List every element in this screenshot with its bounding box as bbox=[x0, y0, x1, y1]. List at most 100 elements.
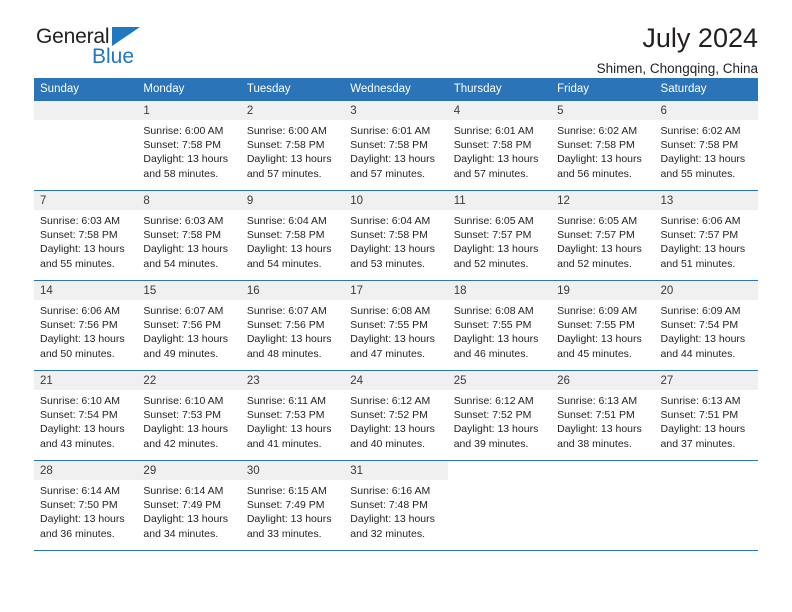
day-details: Sunrise: 6:03 AM Sunset: 7:58 PM Daylight:… bbox=[34, 210, 137, 271]
calendar-day-cell[interactable]: 15 Sunrise: 6:07 AM Sunset: 7:56 PM Dayligh… bbox=[137, 280, 241, 371]
sunset-text: Sunset: 7:54 PM bbox=[660, 319, 739, 332]
day-details: Sunrise: 6:09 AM Sunset: 7:54 PM Daylight:… bbox=[655, 300, 758, 361]
calendar-day-cell[interactable]: 25 Sunrise: 6:12 AM Sunset: 7:52 PM Dayligh… bbox=[447, 370, 552, 461]
daylight-text-line2: and 43 minutes. bbox=[40, 437, 115, 450]
daylight-text-line1: Daylight: 13 hours bbox=[143, 243, 229, 256]
calendar-day-cell[interactable]: 13 Sunrise: 6:06 AM Sunset: 7:57 PM Dayligh… bbox=[654, 190, 758, 281]
calendar-day-cell[interactable]: 3 Sunrise: 6:01 AM Sunset: 7:58 PM Daylight… bbox=[344, 100, 448, 191]
sunrise-text: Sunrise: 6:12 AM bbox=[453, 395, 534, 407]
day-number: 16 bbox=[240, 281, 345, 300]
weekday-header-friday: Friday bbox=[551, 78, 655, 101]
day-number: 4 bbox=[447, 101, 552, 120]
calendar-day-cell[interactable]: 28 Sunrise: 6:14 AM Sunset: 7:50 PM Dayligh… bbox=[34, 460, 138, 551]
day-number bbox=[448, 461, 551, 480]
sunrise-text: Sunrise: 6:00 AM bbox=[246, 125, 327, 137]
day-number: 27 bbox=[654, 371, 758, 390]
sunset-text: Sunset: 7:58 PM bbox=[350, 229, 428, 242]
calendar-day-cell[interactable]: 1 Sunrise: 6:00 AM Sunset: 7:58 PM Daylight… bbox=[137, 100, 241, 191]
calendar-day-cell[interactable]: 5 Sunrise: 6:02 AM Sunset: 7:58 PM Daylight… bbox=[551, 100, 655, 191]
calendar-day-cell[interactable]: 14 Sunrise: 6:06 AM Sunset: 7:56 PM Dayligh… bbox=[34, 280, 138, 371]
weekday-header-thursday: Thursday bbox=[447, 78, 552, 101]
day-details: Sunrise: 6:04 AM Sunset: 7:58 PM Daylight:… bbox=[241, 210, 344, 271]
day-details: Sunrise: 6:02 AM Sunset: 7:58 PM Daylight:… bbox=[551, 120, 654, 181]
calendar-day-cell[interactable]: 8 Sunrise: 6:03 AM Sunset: 7:58 PM Daylight… bbox=[137, 190, 241, 281]
calendar-day-cell[interactable]: 31 Sunrise: 6:16 AM Sunset: 7:48 PM Dayligh… bbox=[344, 460, 448, 551]
general-blue-logo: General Blue bbox=[34, 26, 174, 72]
daylight-text-line1: Daylight: 13 hours bbox=[246, 243, 332, 256]
daylight-text-line1: Daylight: 13 hours bbox=[143, 153, 229, 166]
daylight-text-line2: and 49 minutes. bbox=[143, 347, 219, 360]
day-details: Sunrise: 6:02 AM Sunset: 7:58 PM Daylight:… bbox=[655, 120, 758, 181]
day-details: Sunrise: 6:10 AM Sunset: 7:54 PM Daylight:… bbox=[34, 390, 137, 451]
day-details: Sunrise: 6:07 AM Sunset: 7:56 PM Daylight:… bbox=[241, 300, 344, 361]
sunset-text: Sunset: 7:57 PM bbox=[453, 229, 532, 242]
calendar-day-cell[interactable]: 19 Sunrise: 6:09 AM Sunset: 7:55 PM Dayligh… bbox=[551, 280, 655, 371]
daylight-text-line1: Daylight: 13 hours bbox=[246, 423, 332, 436]
daylight-text-line2: and 40 minutes. bbox=[350, 437, 425, 450]
daylight-text-line2: and 58 minutes. bbox=[143, 167, 219, 180]
daylight-text-line1: Daylight: 13 hours bbox=[557, 423, 642, 436]
daylight-text-line2: and 57 minutes. bbox=[453, 167, 529, 180]
daylight-text-line2: and 36 minutes. bbox=[40, 527, 115, 540]
daylight-text-line2: and 34 minutes. bbox=[143, 527, 219, 540]
day-details: Sunrise: 6:14 AM Sunset: 7:49 PM Daylight:… bbox=[137, 480, 240, 541]
calendar-day-cell[interactable]: 11 Sunrise: 6:05 AM Sunset: 7:57 PM Dayligh… bbox=[447, 190, 552, 281]
calendar-day-cell[interactable]: 23 Sunrise: 6:11 AM Sunset: 7:53 PM Dayligh… bbox=[240, 370, 345, 461]
sunrise-text: Sunrise: 6:13 AM bbox=[660, 395, 741, 407]
day-details: Sunrise: 6:12 AM Sunset: 7:52 PM Daylight:… bbox=[448, 390, 551, 451]
calendar-day-cell[interactable]: 30 Sunrise: 6:15 AM Sunset: 7:49 PM Dayligh… bbox=[240, 460, 345, 551]
daylight-text-line2: and 57 minutes. bbox=[246, 167, 322, 180]
day-details: Sunrise: 6:00 AM Sunset: 7:58 PM Daylight:… bbox=[137, 120, 240, 181]
daylight-text-line1: Daylight: 13 hours bbox=[350, 333, 435, 346]
calendar-day-cell[interactable]: 20 Sunrise: 6:09 AM Sunset: 7:54 PM Dayligh… bbox=[654, 280, 758, 371]
calendar-day-cell[interactable]: 10 Sunrise: 6:04 AM Sunset: 7:58 PM Dayligh… bbox=[344, 190, 448, 281]
calendar-week-row: 14 Sunrise: 6:06 AM Sunset: 7:56 PM Dayligh… bbox=[34, 280, 758, 371]
daylight-text-line1: Daylight: 13 hours bbox=[40, 513, 125, 526]
weekday-header-tuesday: Tuesday bbox=[240, 78, 345, 101]
page-subtitle: Shimen, Chongqing, China bbox=[596, 61, 758, 76]
calendar-day-cell[interactable]: 4 Sunrise: 6:01 AM Sunset: 7:58 PM Daylight… bbox=[447, 100, 552, 191]
day-number: 13 bbox=[654, 191, 758, 210]
calendar-day-cell[interactable]: 29 Sunrise: 6:14 AM Sunset: 7:49 PM Dayligh… bbox=[137, 460, 241, 551]
daylight-text-line2: and 55 minutes. bbox=[40, 257, 115, 270]
sunrise-text: Sunrise: 6:14 AM bbox=[40, 485, 120, 497]
sunrise-text: Sunrise: 6:01 AM bbox=[453, 125, 534, 137]
sunrise-text: Sunrise: 6:11 AM bbox=[246, 395, 327, 407]
calendar-week-row: 7 Sunrise: 6:03 AM Sunset: 7:58 PM Daylight… bbox=[34, 190, 758, 281]
daylight-text-line2: and 51 minutes. bbox=[660, 257, 736, 270]
calendar-day-cell[interactable]: 7 Sunrise: 6:03 AM Sunset: 7:58 PM Daylight… bbox=[34, 190, 138, 281]
sunset-text: Sunset: 7:58 PM bbox=[453, 139, 532, 152]
day-number: 17 bbox=[344, 281, 448, 300]
weekday-header-saturday: Saturday bbox=[654, 78, 758, 101]
day-number bbox=[34, 101, 138, 120]
day-number: 8 bbox=[137, 191, 241, 210]
calendar-day-cell[interactable]: 16 Sunrise: 6:07 AM Sunset: 7:56 PM Dayligh… bbox=[240, 280, 345, 371]
calendar-day-cell[interactable]: 2 Sunrise: 6:00 AM Sunset: 7:58 PM Daylight… bbox=[240, 100, 345, 191]
calendar-empty-cell bbox=[34, 100, 138, 191]
calendar-day-cell[interactable]: 26 Sunrise: 6:13 AM Sunset: 7:51 PM Dayligh… bbox=[551, 370, 655, 461]
calendar-day-cell[interactable]: 9 Sunrise: 6:04 AM Sunset: 7:58 PM Daylight… bbox=[240, 190, 345, 281]
calendar-day-cell[interactable]: 21 Sunrise: 6:10 AM Sunset: 7:54 PM Dayligh… bbox=[34, 370, 138, 461]
calendar-day-cell[interactable]: 12 Sunrise: 6:05 AM Sunset: 7:57 PM Dayligh… bbox=[551, 190, 655, 281]
calendar-day-cell[interactable]: 24 Sunrise: 6:12 AM Sunset: 7:52 PM Dayligh… bbox=[344, 370, 448, 461]
day-number: 18 bbox=[447, 281, 552, 300]
calendar-day-cell[interactable]: 27 Sunrise: 6:13 AM Sunset: 7:51 PM Dayligh… bbox=[654, 370, 758, 461]
day-number: 14 bbox=[34, 281, 138, 300]
daylight-text-line1: Daylight: 13 hours bbox=[143, 423, 229, 436]
calendar-day-cell[interactable]: 17 Sunrise: 6:08 AM Sunset: 7:55 PM Dayligh… bbox=[344, 280, 448, 371]
day-number: 29 bbox=[137, 461, 241, 480]
day-number: 31 bbox=[344, 461, 448, 480]
day-details: Sunrise: 6:13 AM Sunset: 7:51 PM Daylight:… bbox=[655, 390, 758, 451]
sunset-text: Sunset: 7:58 PM bbox=[557, 139, 635, 152]
sunset-text: Sunset: 7:52 PM bbox=[453, 409, 532, 422]
sunset-text: Sunset: 7:50 PM bbox=[40, 499, 118, 512]
daylight-text-line1: Daylight: 13 hours bbox=[246, 333, 332, 346]
sunset-text: Sunset: 7:56 PM bbox=[246, 319, 325, 332]
calendar-day-cell[interactable]: 22 Sunrise: 6:10 AM Sunset: 7:53 PM Dayligh… bbox=[137, 370, 241, 461]
calendar-day-cell[interactable]: 18 Sunrise: 6:08 AM Sunset: 7:55 PM Dayligh… bbox=[447, 280, 552, 371]
calendar-day-cell[interactable]: 6 Sunrise: 6:02 AM Sunset: 7:58 PM Daylight… bbox=[654, 100, 758, 191]
sunset-text: Sunset: 7:57 PM bbox=[660, 229, 739, 242]
day-number: 11 bbox=[447, 191, 552, 210]
daylight-text-line1: Daylight: 13 hours bbox=[40, 423, 125, 436]
day-number: 21 bbox=[34, 371, 138, 390]
